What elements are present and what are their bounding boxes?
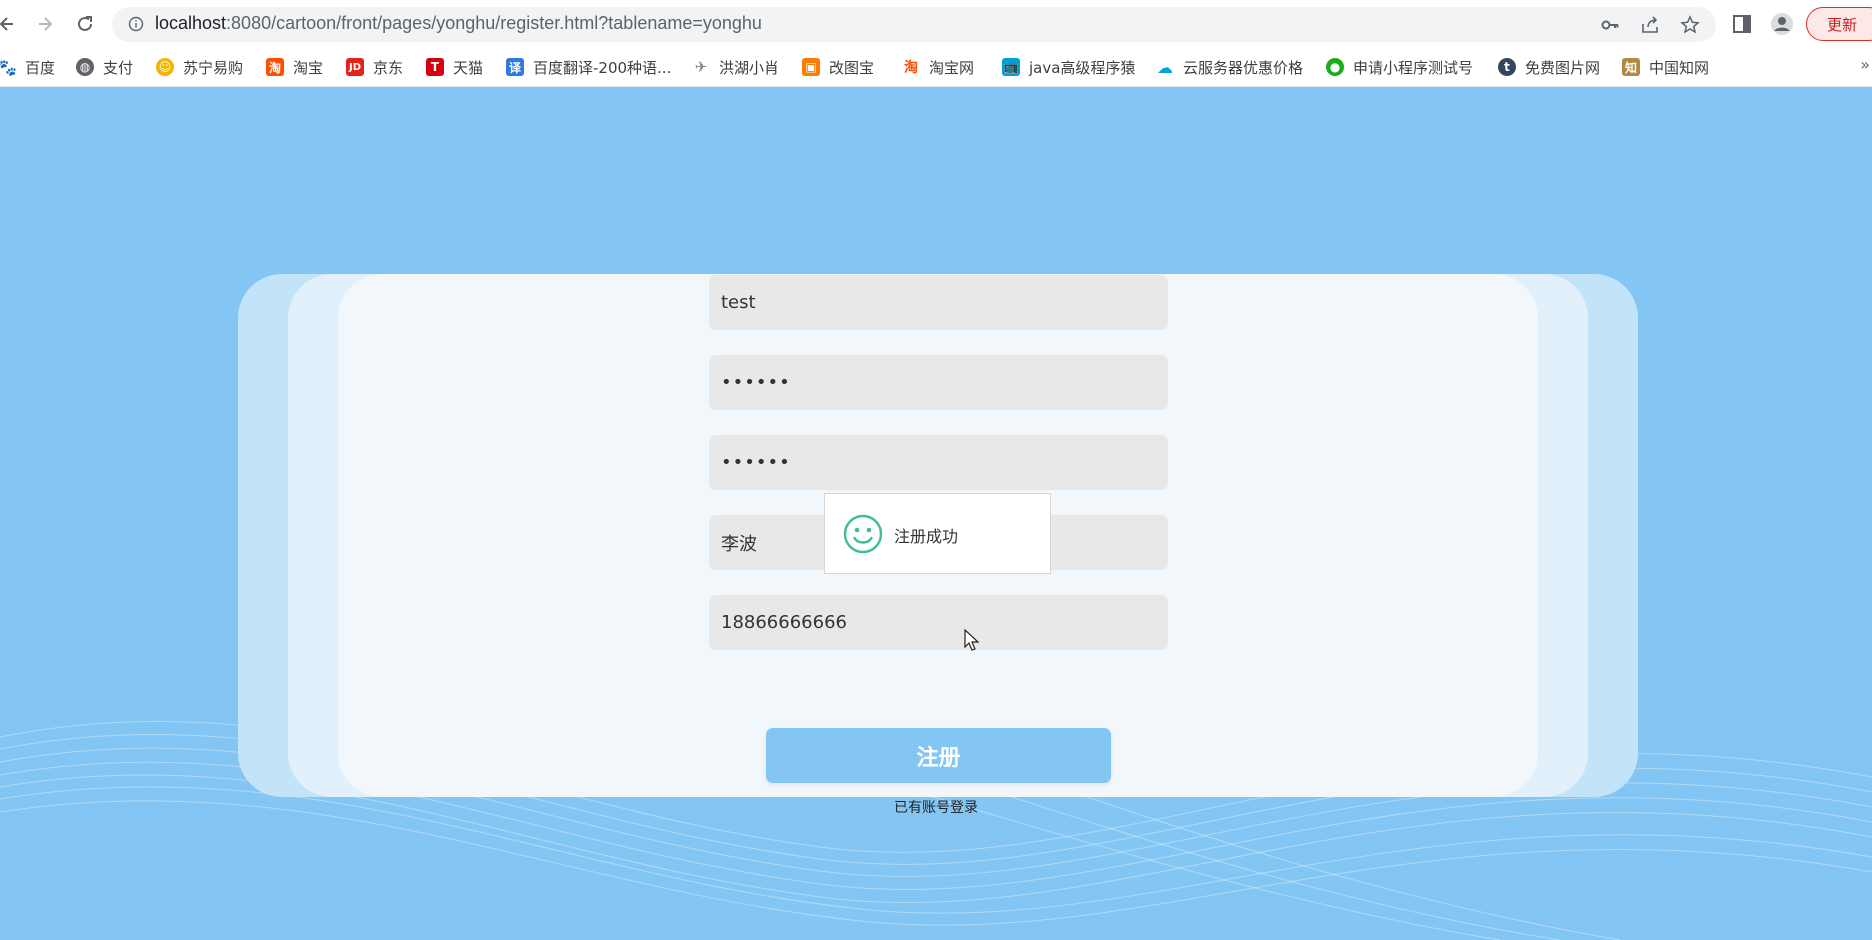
bookmark-item[interactable]: ◍ 支付 (76, 56, 133, 78)
phone-input[interactable]: 18866666666 (709, 595, 1168, 650)
success-toast: 注册成功 (824, 493, 1051, 574)
bookmark-label: 百度翻译-200种语... (533, 58, 672, 77)
taobao-icon: 淘 (904, 60, 918, 76)
back-icon[interactable] (0, 9, 22, 39)
key-icon[interactable] (1600, 15, 1620, 35)
url-text: localhost:8080/cartoon/front/pages/yongh… (155, 13, 762, 34)
bookmark-item[interactable]: ☺ 苏宁易购 (156, 56, 243, 78)
bookmark-item[interactable]: 淘 淘宝网 (902, 56, 974, 78)
confirm-password-input[interactable]: •••••• (709, 435, 1168, 490)
password-input[interactable]: •••••• (709, 355, 1168, 410)
side-panel-icon[interactable] (1730, 12, 1754, 36)
bookmark-item[interactable]: ● 申请小程序测试号 (1326, 56, 1473, 78)
bookmark-label: 申请小程序测试号 (1353, 58, 1474, 77)
cnki-icon: 知 (1622, 58, 1640, 76)
bookmark-item[interactable]: 淘 淘宝 (266, 56, 323, 78)
account-input[interactable]: test (709, 275, 1168, 330)
bird-icon: ✈ (694, 58, 708, 76)
login-link-label: 已有账号登录 (894, 800, 978, 816)
bookmark-item[interactable]: 知 中国知网 (1622, 56, 1709, 78)
bookmark-item[interactable]: 🐾 百度 (0, 56, 55, 78)
bookmarks-overflow-icon[interactable]: » (1860, 55, 1870, 74)
page-viewport: 用户注册 test •••••• •••••• 李波 18866666666 注… (0, 87, 1872, 940)
cloud-icon: ☁ (1157, 57, 1173, 77)
gaitubao-icon: ▣ (802, 58, 820, 76)
bookmark-label: 云服务器优惠价格 (1183, 58, 1304, 77)
translate-icon: 译 (506, 58, 524, 76)
update-button[interactable]: 更新 (1806, 7, 1872, 41)
mouse-cursor-icon (964, 629, 980, 651)
forward-icon[interactable] (30, 9, 60, 39)
site-info-icon[interactable] (128, 16, 144, 32)
register-button[interactable]: 注册 (766, 728, 1111, 783)
bookmark-label: 中国知网 (1649, 58, 1710, 77)
bookmark-item[interactable]: 📺 java高级程序猿 (1002, 56, 1135, 78)
bookmark-label: 天猫 (453, 58, 484, 77)
smile-icon (843, 514, 883, 554)
update-label: 更新 (1827, 15, 1858, 34)
url-path: :8080/cartoon/front/pages/yonghu/registe… (226, 13, 762, 33)
bookmark-label: 淘宝网 (929, 58, 975, 77)
bilibili-icon: 📺 (1002, 58, 1020, 76)
bookmark-item[interactable]: ▣ 改图宝 (802, 56, 874, 78)
bookmark-label: 洪湖小肖 (719, 58, 780, 77)
globe-icon: ◍ (76, 58, 94, 76)
bookmark-label: 免费图片网 (1525, 58, 1601, 77)
bookmark-item[interactable]: t 免费图片网 (1498, 56, 1600, 78)
tumblr-icon: t (1498, 58, 1516, 76)
bookmark-label: 支付 (103, 58, 134, 77)
bookmark-item[interactable]: ✈ 洪湖小肖 (692, 56, 779, 78)
taobao-icon: 淘 (266, 58, 284, 76)
suning-icon: ☺ (156, 58, 174, 76)
share-icon[interactable] (1640, 15, 1660, 35)
address-bar[interactable]: localhost:8080/cartoon/front/pages/yongh… (112, 7, 1716, 42)
toast-message: 注册成功 (894, 527, 959, 546)
bookmark-star-icon[interactable] (1680, 15, 1700, 35)
bookmark-label: 改图宝 (829, 58, 875, 77)
login-link[interactable]: 已有账号登录 (0, 797, 1872, 817)
bookmark-item[interactable]: JD 京东 (346, 56, 403, 78)
bookmark-label: 京东 (373, 58, 404, 77)
wechat-icon: ● (1326, 58, 1344, 76)
bookmark-item[interactable]: 译 百度翻译-200种语... (506, 56, 671, 78)
jd-icon: JD (346, 58, 364, 76)
url-host: localhost (155, 13, 227, 33)
bookmarks-bar: 🐾 百度 ◍ 支付 ☺ 苏宁易购 淘 淘宝 JD 京东 T 天猫 译 百度翻译-… (0, 48, 1872, 87)
bookmark-label: 淘宝 (293, 58, 324, 77)
reload-icon[interactable] (70, 9, 100, 39)
bookmark-item[interactable]: ☁ 云服务器优惠价格 (1156, 56, 1303, 78)
tmall-icon: T (426, 58, 444, 76)
bookmark-item[interactable]: T 天猫 (426, 56, 483, 78)
bookmark-label: 百度 (25, 58, 56, 77)
bookmark-label: 苏宁易购 (183, 58, 244, 77)
browser-toolbar: localhost:8080/cartoon/front/pages/yongh… (0, 0, 1872, 48)
baidu-icon: 🐾 (0, 57, 17, 77)
profile-avatar-icon[interactable] (1770, 12, 1794, 36)
register-button-label: 注册 (916, 745, 961, 771)
bookmark-label: java高级程序猿 (1029, 58, 1136, 77)
